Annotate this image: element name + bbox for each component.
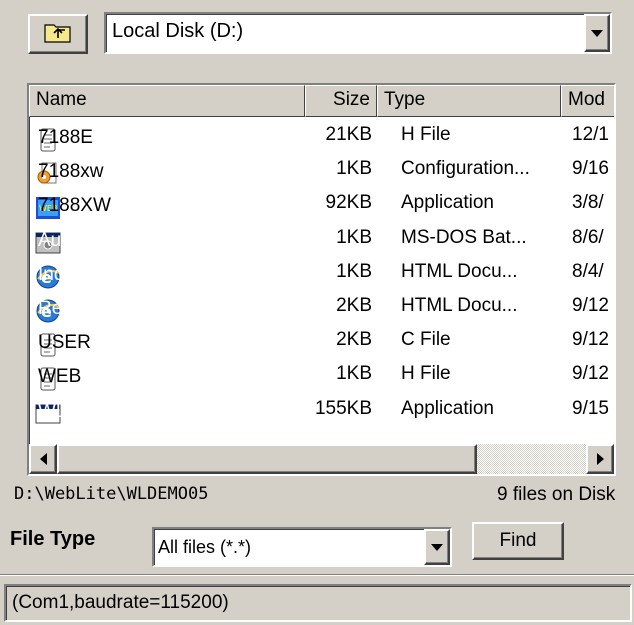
drive-select[interactable]: Local Disk (D:)	[104, 12, 612, 54]
file-type-label: File Type	[10, 528, 96, 550]
up-folder-button[interactable]	[28, 14, 88, 54]
file-size: 1KB	[336, 260, 372, 282]
column-header-name[interactable]: Name	[29, 85, 305, 117]
file-modified: 8/4/	[572, 260, 604, 282]
file-name: WLDEMO05	[38, 400, 145, 422]
file-size: 1KB	[336, 226, 372, 248]
file-modified: 12/1	[572, 124, 609, 145]
file-modified: 9/12	[572, 295, 609, 316]
file-type: HTML Docu...	[401, 295, 518, 316]
column-header-size[interactable]: Size	[305, 85, 377, 117]
file-name: 7188xw	[38, 161, 104, 183]
file-modified: 3/8/	[572, 192, 604, 214]
file-list[interactable]: Name Size Type Mod 7188E 21KB H File 12/1 71…	[27, 83, 616, 476]
file-modified: 9/12	[572, 329, 609, 351]
drive-dropdown-button[interactable]	[584, 14, 610, 52]
file-row[interactable]: WLDEMO05 155KB Application 9/15	[29, 393, 614, 427]
file-modified: 9/12	[572, 363, 609, 385]
file-type: Application	[401, 192, 494, 214]
horizontal-scrollbar[interactable]	[29, 444, 614, 474]
file-type: C File	[401, 329, 451, 351]
file-name: Index	[38, 263, 85, 285]
file-size: 1KB	[336, 158, 372, 180]
file-count: 9 files on Disk	[497, 484, 616, 505]
file-type-value: All files (*.*)	[158, 537, 252, 557]
file-size: 92KB	[325, 192, 372, 214]
file-row[interactable]: 7188xw 1KB Configuration... 9/16	[29, 153, 614, 187]
file-type: Configuration...	[401, 158, 530, 180]
scroll-thumb[interactable]	[57, 444, 477, 474]
file-size: 155KB	[314, 397, 372, 419]
file-size: 21KB	[325, 124, 372, 145]
file-name: 7188XW	[38, 195, 111, 217]
drive-select-value: Local Disk (D:)	[112, 20, 244, 42]
file-modified: 9/16	[572, 158, 609, 180]
file-row[interactable]: WEB 7188XW 92KB Application 3/8/	[29, 187, 614, 221]
file-modified: 8/6/	[572, 226, 604, 248]
list-header: Name Size Type Mod	[29, 85, 614, 117]
file-row[interactable]: e Refresh 2KB HTML Docu... 9/12	[29, 290, 614, 324]
arrow-left-icon	[39, 453, 47, 465]
chevron-down-icon	[431, 543, 443, 551]
arrow-right-icon	[596, 453, 604, 465]
file-row[interactable]: Autoexec 1KB MS-DOS Bat... 8/6/	[29, 222, 614, 256]
file-type: H File	[401, 363, 451, 385]
find-button[interactable]: Find	[472, 522, 564, 560]
file-row[interactable]: 7188E 21KB H File 12/1	[29, 119, 614, 153]
chevron-down-icon	[591, 29, 603, 37]
status-bar: (Com1,baudrate=115200)	[4, 584, 632, 622]
scroll-left-button[interactable]	[29, 444, 57, 474]
scroll-right-button[interactable]	[586, 444, 614, 474]
file-type-dropdown-button[interactable]	[424, 529, 450, 565]
file-type-select[interactable]: All files (*.*)	[152, 527, 452, 567]
file-type: MS-DOS Bat...	[401, 226, 527, 248]
file-name: USER	[38, 332, 91, 354]
file-modified: 9/15	[572, 397, 609, 419]
file-row[interactable]: WEB 1KB H File 9/12	[29, 358, 614, 392]
file-name: Autoexec	[38, 229, 118, 251]
file-size: 1KB	[336, 363, 372, 385]
column-header-type[interactable]: Type	[377, 85, 561, 117]
file-type: H File	[401, 124, 451, 145]
file-name: Refresh	[38, 298, 105, 319]
divider	[0, 574, 634, 576]
file-size: 2KB	[336, 329, 372, 351]
file-name: 7188E	[38, 127, 93, 148]
current-path: D:\WebLite\WLDEMO05	[14, 484, 209, 504]
file-type: Application	[401, 397, 494, 419]
file-name: WEB	[38, 366, 82, 388]
file-size: 2KB	[336, 295, 372, 316]
file-row[interactable]: USER 2KB C File 9/12	[29, 324, 614, 358]
folder-up-icon	[44, 21, 72, 48]
file-type: HTML Docu...	[401, 260, 518, 282]
column-header-modified[interactable]: Mod	[561, 85, 614, 117]
scroll-track[interactable]	[477, 444, 586, 474]
file-row[interactable]: e Index 1KB HTML Docu... 8/4/	[29, 256, 614, 290]
